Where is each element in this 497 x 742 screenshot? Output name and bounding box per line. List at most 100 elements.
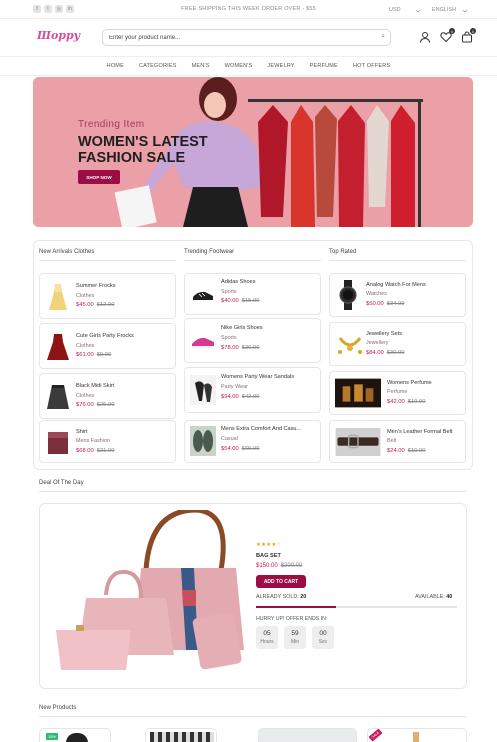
nav-mens[interactable]: MEN'S — [192, 63, 210, 69]
header: Шорру ⌕ 0 0 — [0, 19, 497, 57]
product-category: Sports — [221, 289, 237, 295]
column-title: Top Rated — [329, 249, 357, 255]
search-box: ⌕ — [102, 29, 391, 46]
product-category: Belt — [387, 438, 397, 444]
product-name[interactable]: Cute Girls Party Frocks — [76, 333, 174, 339]
search-input[interactable] — [109, 33, 369, 43]
product-image — [66, 733, 88, 742]
product-name[interactable]: Nike Girls Shoes — [221, 325, 319, 331]
deal-product-image — [56, 510, 244, 670]
product-image — [338, 337, 362, 354]
product-name[interactable]: Adidas Shoes — [221, 279, 319, 285]
product-price: $68.00 $31.00 — [76, 448, 115, 454]
currency-select[interactable]: USD ⌄ — [389, 6, 423, 14]
header-actions: 0 0 — [419, 28, 476, 43]
chevron-down-icon: ⌄ — [460, 7, 470, 14]
add-to-cart-button[interactable]: ADD TO CART — [256, 575, 306, 588]
nav-hot-offers[interactable]: HOT OFFERS — [353, 63, 390, 69]
product-category: Perfume — [387, 389, 408, 395]
list-item[interactable]: Womens Perfume Perfume $42.00 $10.00 — [329, 371, 466, 415]
deal-section-title: Deal Of The Day — [39, 480, 84, 486]
deal-price: $150.00 $200.00 — [256, 563, 303, 569]
star-empty-icon: ☆ — [276, 542, 282, 548]
product-image — [150, 732, 214, 742]
product-category: Party Wear — [221, 384, 248, 390]
product-name[interactable]: Shirt — [76, 429, 174, 435]
product-category: Casual — [221, 436, 238, 442]
product-image — [335, 378, 381, 408]
product-category: Watches — [366, 291, 387, 297]
rating-stars: ★★★★☆ — [256, 542, 282, 548]
product-image — [49, 284, 67, 310]
list-item[interactable]: Womens Party Wear Sandals Party Wear $94… — [184, 367, 321, 413]
list-item[interactable]: Shirt Mens Fashion $68.00 $31.00 — [39, 420, 176, 463]
language-select[interactable]: ENGLISH ⌄ — [432, 6, 470, 14]
top-bar: f t ◎ in FREE SHIPPING THIS WEEK ORDER O… — [0, 0, 497, 19]
product-category: Sports — [221, 335, 237, 341]
product-category: Jewellery — [366, 340, 389, 346]
sold-progress-fill — [256, 606, 337, 608]
already-sold: ALREADY SOLD: 20 — [256, 594, 307, 600]
product-image — [192, 337, 214, 348]
column-title: Trending Footwear — [184, 249, 235, 255]
product-price: $84.00 $30.00 — [366, 350, 405, 356]
nav-jewelry[interactable]: JEWELRY — [267, 63, 294, 69]
product-category: Clothes — [76, 343, 95, 349]
product-card[interactable]: 15% — [39, 728, 111, 742]
sale-badge: SALE — [368, 729, 383, 742]
list-item[interactable]: Black Midi Skirt Clothes $76.00 $25.00 — [39, 373, 176, 419]
product-image — [413, 732, 419, 742]
list-item[interactable]: Men's Leather Formal Belt Belt $24.00 $10… — [329, 420, 466, 463]
nav-perfume[interactable]: PERFUME — [310, 63, 338, 69]
list-item[interactable]: Cute Girls Party Frocks Clothes $61.00 $9… — [39, 323, 176, 369]
wishlist-icon[interactable]: 0 — [440, 28, 455, 43]
list-item[interactable]: Adidas Shoes Sports $40.00 $15.00 — [184, 273, 321, 315]
product-price: $24.00 $10.00 — [387, 448, 426, 454]
product-price: $76.00 $25.00 — [76, 402, 115, 408]
column-title: New Arrivals Clothes — [39, 249, 95, 255]
chevron-down-icon: ⌄ — [412, 7, 423, 14]
wishlist-count: 0 — [449, 28, 455, 34]
search-icon[interactable]: ⌕ — [381, 33, 385, 41]
hero-subtitle: Trending Item — [78, 119, 145, 130]
product-name[interactable]: Mens Extra Comfort And Casu... — [221, 426, 319, 432]
product-name[interactable]: Men's Leather Formal Belt — [387, 429, 465, 435]
product-category: Mens Fashion — [76, 438, 110, 444]
product-image — [339, 280, 357, 310]
product-card[interactable]: SALE — [367, 728, 467, 742]
list-item[interactable]: Analog Watch For Mens Watches $50.00 $34.… — [329, 273, 466, 317]
list-item[interactable]: Mens Extra Comfort And Casu... Casual $5… — [184, 420, 321, 463]
nav-home[interactable]: HOME — [107, 63, 124, 69]
product-price: $61.00 $9.00 — [76, 352, 112, 358]
product-price: $40.00 $15.00 — [221, 298, 260, 304]
new-products-title: New Products — [39, 705, 77, 711]
product-card[interactable] — [258, 728, 357, 742]
list-item[interactable]: Summer Frocks Clothes $45.00 $12.00 — [39, 273, 176, 319]
nav-categories[interactable]: CATEGORIES — [139, 63, 177, 69]
product-name[interactable]: Womens Party Wear Sandals — [221, 374, 319, 380]
product-name[interactable]: Black Midi Skirt — [76, 383, 174, 389]
deal-product-name[interactable]: BAG SET — [256, 553, 281, 559]
product-name[interactable]: Analog Watch For Mens — [366, 282, 464, 288]
product-category: Clothes — [76, 393, 95, 399]
product-price: $45.00 $12.00 — [76, 302, 115, 308]
hero-title: WOMEN'S LATEST FASHION SALE — [78, 134, 208, 166]
timer-hours: 05 Hours — [256, 626, 278, 649]
list-item[interactable]: Nike Girls Shoes Sports $78.00 $36.00 — [184, 318, 321, 363]
product-image — [193, 291, 213, 300]
user-icon[interactable] — [419, 31, 431, 43]
nav-womens[interactable]: WOMEN'S — [225, 63, 253, 69]
logo[interactable]: Шорру — [37, 29, 80, 42]
product-name[interactable]: Jewellery Sets — [366, 331, 464, 337]
product-image — [47, 385, 69, 409]
cart-icon[interactable]: 0 — [461, 28, 476, 43]
hero-banner: Trending Item WOMEN'S LATEST FASHION SAL… — [33, 77, 473, 227]
list-item[interactable]: Jewellery Sets Jewellery $84.00 $30.00 — [329, 322, 466, 366]
product-price: $78.00 $36.00 — [221, 345, 260, 351]
product-name[interactable]: Womens Perfume — [387, 380, 485, 386]
product-image — [335, 428, 381, 456]
product-card[interactable] — [145, 728, 217, 742]
timer-seconds: 00 Sec — [312, 626, 334, 649]
product-name[interactable]: Summer Frocks — [76, 283, 174, 289]
shop-now-button[interactable]: SHOP NOW — [78, 170, 120, 184]
